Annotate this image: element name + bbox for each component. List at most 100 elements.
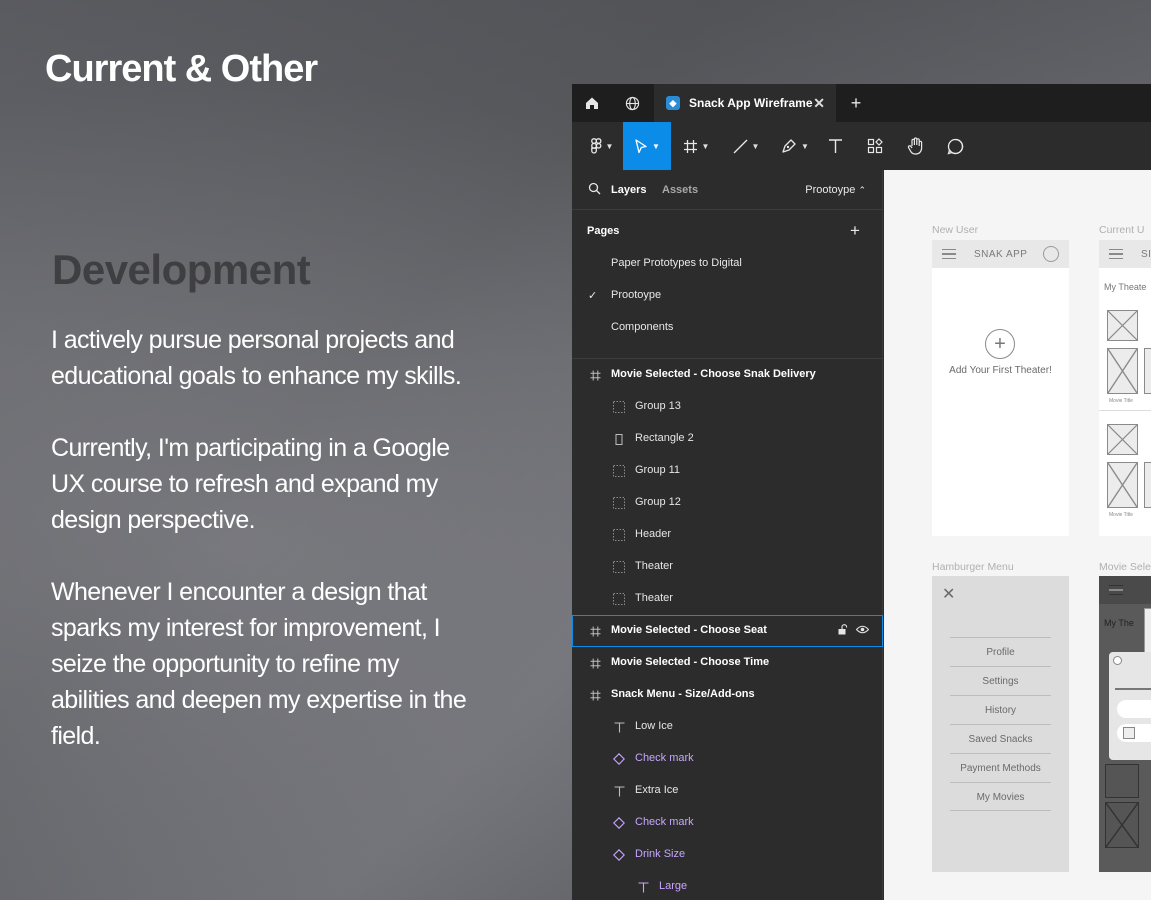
layer-label: Movie Selected - Choose Seat [611, 624, 767, 636]
pages-title: Pages [587, 225, 620, 237]
layer-row[interactable]: Extra Ice [572, 775, 883, 807]
layer-label: Low Ice [635, 720, 673, 732]
tab-layers[interactable]: Layers [611, 184, 646, 196]
menu-item-settings: Settings [950, 666, 1051, 695]
layer-row[interactable]: Drink Size [572, 839, 883, 871]
frame-icon [588, 624, 602, 638]
line-icon [733, 139, 747, 153]
page-item-current[interactable]: Prootoype [611, 289, 661, 301]
figma-window: ◆ Snack App Wireframe ✕ + ▼ ▼ ▼ ▼ ▼ Laye… [572, 84, 1151, 900]
text-tool-button[interactable] [822, 122, 848, 170]
layer-row[interactable]: Theater [572, 583, 883, 615]
menu-item-profile: Profile [950, 637, 1051, 666]
move-tool-button[interactable]: ▼ [623, 122, 671, 170]
layer-row[interactable]: Group 11 [572, 455, 883, 487]
page-selector[interactable]: Prootoype ⌃ [805, 184, 866, 196]
add-page-plus-icon[interactable]: + [850, 221, 860, 241]
tab-assets[interactable]: Assets [662, 184, 698, 196]
layer-row[interactable]: Theater [572, 551, 883, 583]
frame-label-current-user[interactable]: Current U [1099, 224, 1145, 236]
close-icon: ✕ [942, 586, 956, 603]
image-placeholder [1107, 310, 1138, 341]
image-placeholder [1105, 802, 1139, 848]
layer-row-frame[interactable]: Movie Selected - Choose Snak Delivery [572, 359, 883, 391]
page-item[interactable]: Components [611, 321, 673, 333]
chevron-up-icon: ⌃ [858, 185, 866, 195]
frame-tool-button[interactable]: ▼ [676, 122, 716, 170]
development-heading: Development [52, 246, 311, 293]
comment-icon [947, 138, 963, 154]
text-icon [612, 784, 626, 798]
layer-row[interactable]: Rectangle 2 [572, 423, 883, 455]
add-circle-icon: + [985, 329, 1015, 359]
text-icon [828, 139, 842, 153]
main-menu-button[interactable]: ▼ [582, 122, 622, 170]
frame-new-user[interactable]: SNAK APP + Add Your First Theater! [932, 240, 1069, 536]
layer-row[interactable]: Group 12 [572, 487, 883, 519]
frame-movie-selected[interactable]: My The [1099, 576, 1151, 872]
wireframe-header: SNAK APP [932, 240, 1069, 268]
search-icon[interactable] [588, 182, 601, 200]
hand-icon [907, 137, 922, 155]
layer-row-frame[interactable]: Movie Selected - Choose Seat [572, 615, 883, 647]
layer-actions [838, 624, 870, 638]
group-icon [612, 592, 626, 606]
frame-hamburger-menu[interactable]: ✕ Profile Settings History Saved Snacks … [932, 576, 1069, 872]
frame-icon [588, 656, 602, 670]
add-theater-text: Add Your First Theater! [949, 365, 1052, 376]
image-placeholder [1144, 462, 1151, 508]
app-title: SNAK APP [974, 249, 1028, 260]
layer-label: Theater [635, 592, 673, 604]
my-theaters-label: My The [1104, 618, 1134, 628]
frame-label-movie-selected[interactable]: Movie Sele [1099, 561, 1151, 573]
paragraph-1: I actively pursue personal projects and … [51, 326, 462, 390]
figma-logo-icon [590, 138, 601, 154]
layer-label: Group 12 [635, 496, 681, 508]
layer-row[interactable]: Header [572, 519, 883, 551]
pen-icon [782, 139, 796, 153]
close-icon[interactable]: ✕ [813, 95, 825, 112]
frame-icon [683, 139, 697, 153]
group-icon [612, 496, 626, 510]
unlock-icon[interactable] [838, 624, 848, 638]
menu-item-payment: Payment Methods [950, 753, 1051, 782]
rectangle-icon [612, 432, 626, 446]
canvas[interactable]: New User Current U SNAK APP + Add Your F… [884, 170, 1151, 900]
current-page-label: Prootoype [805, 184, 856, 196]
layer-row[interactable]: Group 13 [572, 391, 883, 423]
frame-current-user[interactable]: SI My Theate Movie Title Movie Title [1099, 240, 1151, 536]
movie-title-label: Movie Title [1109, 512, 1133, 518]
movie-title-label: Movie Title [1109, 398, 1133, 404]
pen-tool-button[interactable]: ▼ [775, 122, 815, 170]
layer-row[interactable]: Check mark [572, 807, 883, 839]
layer-label: Movie Selected - Choose Snak Delivery [611, 368, 816, 380]
file-tab[interactable]: ◆ Snack App Wireframe ✕ [654, 84, 836, 122]
hamburger-icon [942, 249, 956, 259]
layer-row-frame[interactable]: Movie Selected - Choose Time [572, 647, 883, 679]
my-theaters-label: My Theate [1104, 282, 1147, 292]
eye-icon[interactable] [855, 624, 870, 638]
group-icon [612, 400, 626, 414]
layer-row[interactable]: Low Ice [572, 711, 883, 743]
menu-item-my-movies: My Movies [950, 782, 1051, 811]
globe-icon[interactable] [612, 84, 652, 122]
home-icon[interactable] [572, 84, 612, 122]
frame-label-new-user[interactable]: New User [932, 224, 978, 236]
comment-tool-button[interactable] [942, 122, 968, 170]
layer-row-frame[interactable]: Snack Menu - Size/Add-ons [572, 679, 883, 711]
image-placeholder [1107, 462, 1138, 508]
line-tool-button[interactable]: ▼ [726, 122, 766, 170]
component-icon [612, 816, 626, 830]
figma-file-icon: ◆ [666, 96, 680, 110]
resources-button[interactable] [862, 122, 888, 170]
hand-tool-button[interactable] [902, 122, 928, 170]
cursor-icon [635, 138, 647, 153]
frame-label-hamburger[interactable]: Hamburger Menu [932, 561, 1014, 573]
chevron-down-icon: ▼ [652, 141, 660, 151]
chevron-down-icon: ▼ [701, 141, 710, 151]
layer-row[interactable]: Check mark [572, 743, 883, 775]
layer-row[interactable]: Large [572, 871, 883, 900]
new-tab-plus-icon[interactable]: + [836, 84, 876, 122]
layer-label: Header [635, 528, 672, 540]
page-item[interactable]: Paper Prototypes to Digital [611, 257, 742, 269]
